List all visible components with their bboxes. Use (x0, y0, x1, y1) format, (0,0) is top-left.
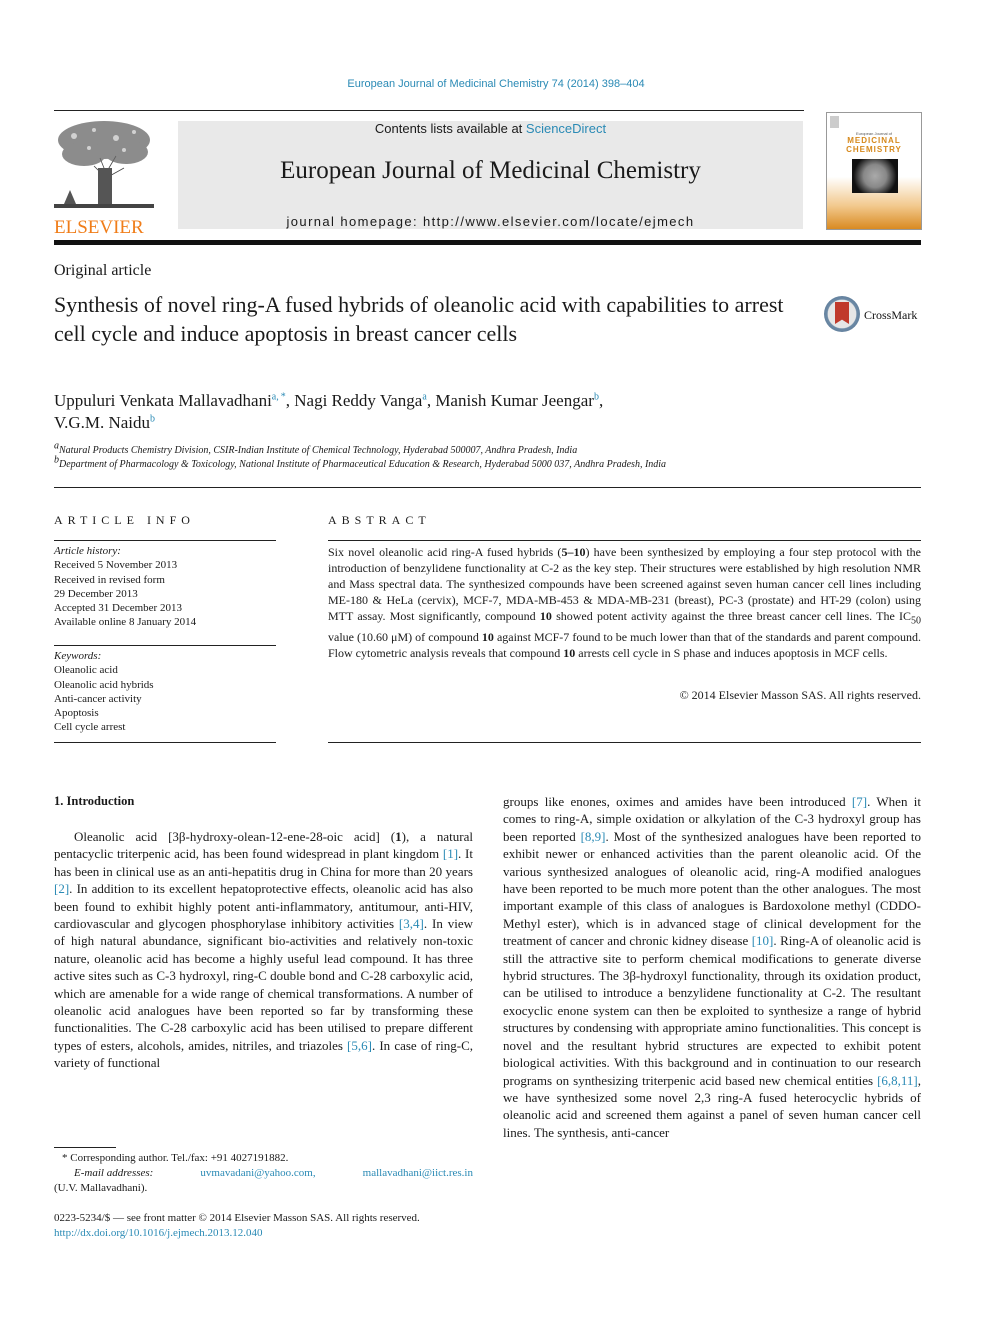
reference-link[interactable]: [3,4] (399, 916, 424, 931)
journal-cover[interactable]: European Journal of MEDICINAL CHEMISTRY (826, 112, 922, 230)
contents-line: Contents lists available at ScienceDirec… (178, 121, 803, 136)
email-link[interactable]: mallavadhani@iict.res.in (363, 1166, 473, 1181)
body-column-left: Oleanolic acid [3β-hydroxy-olean-12-ene-… (54, 828, 473, 1072)
text-run: . Ring-A of oleanolic acid is still the … (503, 933, 921, 1088)
article-type: Original article (54, 262, 152, 279)
elsevier-logo[interactable]: ELSEVIER (54, 118, 158, 238)
issn-line: 0223-5234/$ — see front matter © 2014 El… (54, 1212, 420, 1224)
article-info-heading: ARTICLE INFO (54, 513, 195, 527)
history-item: Accepted 31 December 2013 (54, 602, 182, 615)
divider-rule (54, 487, 921, 488)
keyword-item: Oleanolic acid hybrids (54, 678, 154, 691)
author-separator: , (598, 391, 604, 410)
text-run: groups like enones, oximes and amides ha… (503, 794, 852, 809)
author-separator: , (285, 391, 295, 410)
abstract-copyright: © 2014 Elsevier Masson SAS. All rights r… (679, 688, 921, 702)
keywords: Keywords: Oleanolic acid Oleanolic acid … (54, 649, 276, 735)
elsevier-tree-icon (54, 121, 154, 208)
keyword-item: Oleanolic acid (54, 664, 118, 677)
history-item: Received 5 November 2013 (54, 559, 178, 572)
reference-link[interactable]: [8,9] (581, 829, 606, 844)
journal-homepage[interactable]: journal homepage: http://www.elsevier.co… (178, 214, 803, 229)
reference-link[interactable]: [1] (443, 846, 458, 861)
keywords-label: Keywords: (54, 650, 102, 662)
body-column-right: groups like enones, oximes and amides ha… (503, 793, 921, 1141)
footnote: * Corresponding author. Tel./fax: +91 40… (54, 1151, 473, 1196)
journal-citation[interactable]: European Journal of Medicinal Chemistry … (0, 78, 992, 90)
crossmark-label: CrossMark (864, 308, 918, 322)
journal-name: European Journal of Medicinal Chemistry (280, 157, 701, 184)
keyword-item: Apoptosis (54, 707, 99, 720)
front-matter: 0223-5234/$ — see front matter © 2014 El… (54, 1211, 484, 1241)
header-thick-rule (54, 240, 921, 245)
footnote-rule (54, 1147, 116, 1148)
text-run: Oleanolic acid [3β-hydroxy-olean-12-ene-… (74, 829, 396, 844)
cover-molecule-image (852, 159, 898, 193)
crossmark-button[interactable]: CrossMark (824, 296, 924, 336)
doi-link[interactable]: http://dx.doi.org/10.1016/j.ejmech.2013.… (54, 1226, 484, 1241)
abstract-bottom-rule (328, 742, 921, 743)
header-rule (54, 110, 804, 111)
author-list: Uppuluri Venkata Mallavadhania, *, Nagi … (54, 390, 814, 434)
compound-number: 10 (481, 630, 494, 645)
article-info-bottom-rule (54, 742, 276, 743)
reference-link[interactable]: [10] (752, 933, 774, 948)
article-info-rule (54, 540, 276, 541)
history-item: Available online 8 January 2014 (54, 616, 197, 629)
journal-banner: Contents lists available at ScienceDirec… (178, 121, 803, 229)
keyword-item: Anti-cancer activity (54, 692, 142, 705)
reference-link[interactable]: [7] (852, 794, 867, 809)
keyword-item: Cell cycle arrest (54, 721, 126, 734)
reference-link[interactable]: [2] (54, 881, 69, 896)
introduction-heading: 1. Introduction (54, 794, 135, 808)
affiliation-text: Natural Products Chemistry Division, CSI… (59, 445, 578, 456)
text-run: showed potent activity against the three… (551, 609, 911, 623)
compound-number: 10 (539, 609, 552, 623)
text-run: Six novel oleanolic acid ring-A fused hy… (328, 545, 562, 559)
author-name[interactable]: Nagi Reddy Vanga (294, 391, 422, 410)
contents-prefix: Contents lists available at (374, 121, 526, 136)
abstract-rule (328, 540, 921, 541)
abstract-text: Six novel oleanolic acid ring-A fused hy… (328, 544, 921, 661)
footnote-author: (U.V. Mallavadhani). (54, 1182, 148, 1194)
affiliation-b: bDepartment of Pharmacology & Toxicology… (54, 455, 667, 470)
compound-number: 5–10 (561, 545, 586, 559)
author-affiliation-mark[interactable]: b (150, 413, 155, 424)
email-line: E-mail addresses: uvmavadani@yahoo.com, … (54, 1166, 473, 1181)
reference-link[interactable]: [6,8,11] (877, 1073, 918, 1088)
subscript: 50 (911, 615, 921, 627)
author-affiliation-mark[interactable]: a, * (272, 391, 286, 402)
cover-title: MEDICINAL CHEMISTRY (827, 136, 921, 154)
article-title: Synthesis of novel ring-A fused hybrids … (54, 292, 784, 346)
history-item: Received in revised form (54, 573, 165, 586)
compound-number: 10 (563, 646, 576, 661)
text-run: arrests cell cycle in S phase and induce… (575, 646, 888, 661)
keywords-rule (54, 645, 276, 646)
sciencedirect-link[interactable]: ScienceDirect (526, 121, 606, 136)
text-run: . In view of high natural abundance, sig… (54, 916, 473, 1053)
cover-title-line2: MEDICINAL (847, 136, 901, 145)
email-link[interactable]: uvmavadani@yahoo.com, (200, 1166, 315, 1181)
article-history: Article history: Received 5 November 201… (54, 544, 276, 630)
cover-title-line3: CHEMISTRY (846, 145, 902, 154)
affiliation-text: Department of Pharmacology & Toxicology,… (59, 459, 667, 470)
history-item: 29 December 2013 (54, 587, 138, 600)
corresponding-author: * Corresponding author. Tel./fax: +91 40… (62, 1152, 289, 1164)
author-name[interactable]: Uppuluri Venkata Mallavadhani (54, 391, 272, 410)
email-label: E-mail addresses: (74, 1167, 154, 1179)
abstract-heading: ABSTRACT (328, 513, 431, 527)
author-name[interactable]: Manish Kumar Jeengar (435, 391, 594, 410)
text-run: value (10.60 μM) of compound (328, 630, 482, 645)
reference-link[interactable]: [5,6] (347, 1038, 372, 1053)
affiliation-a: aNatural Products Chemistry Division, CS… (54, 441, 578, 456)
article-history-label: Article history: (54, 545, 121, 557)
text-run: . Most of the synthesized analogues have… (503, 828, 921, 949)
cover-publisher-icon (830, 116, 839, 128)
elsevier-wordmark: ELSEVIER (54, 217, 144, 238)
author-name[interactable]: V.G.M. Naidu (54, 413, 150, 432)
